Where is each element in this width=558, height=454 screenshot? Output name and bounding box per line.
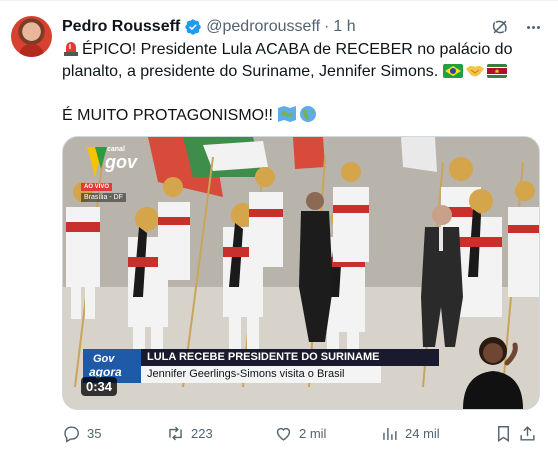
- author-avatar[interactable]: [11, 16, 52, 57]
- channel-big-label: gov: [105, 152, 138, 172]
- lower-third-banner: Gov agora LULA RECEBE PRESIDENTE DO SURI…: [83, 349, 439, 383]
- reply-icon: [64, 425, 79, 443]
- bookmark-button[interactable]: [494, 422, 513, 444]
- post-text: ÉPICO! Presidente Lula ACABA de RECEBER …: [62, 39, 542, 127]
- more-options-icon[interactable]: [522, 16, 544, 38]
- bookmark-icon: [498, 425, 509, 442]
- video-headline: LULA RECEBE PRESIDENTE DO SURINAME: [141, 349, 439, 366]
- repost-button[interactable]: 223: [166, 422, 213, 444]
- reply-button[interactable]: 35: [62, 422, 101, 444]
- share-icon: [520, 425, 535, 441]
- author-name[interactable]: Pedro Rousseff: [62, 18, 180, 36]
- handshake-icon: [465, 65, 484, 77]
- video-subheadline: Jennifer Geerlings-Simons visita o Brasi…: [141, 366, 381, 383]
- video-duration: 0:34: [81, 377, 118, 396]
- grok-icon[interactable]: [490, 17, 510, 37]
- reply-count: 35: [87, 425, 102, 441]
- views-icon: [383, 427, 397, 440]
- sign-language-interpreter-image: [463, 337, 523, 409]
- repost-count: 223: [191, 425, 213, 441]
- post-paragraph-2: É MUITO PROTAGONISMO!!: [62, 105, 542, 127]
- like-count: 2 mil: [299, 425, 327, 441]
- views-button[interactable]: 24 mil: [380, 422, 440, 444]
- separator-dot: ·: [324, 18, 330, 35]
- author-handle[interactable]: @pedrorousseff: [206, 18, 320, 36]
- flag-suriname-icon: [486, 64, 507, 78]
- like-button[interactable]: 2 mil: [274, 422, 326, 444]
- location-label: Brasília - DF: [81, 193, 126, 202]
- map-icon: [278, 106, 297, 122]
- live-badge: AO VIVO: [81, 183, 113, 191]
- globe-icon: [300, 106, 317, 122]
- verified-badge-icon: [185, 19, 201, 35]
- share-button[interactable]: [518, 422, 537, 444]
- post-paragraph-1: ÉPICO! Presidente Lula ACABA de RECEBER …: [62, 39, 542, 83]
- post-line-2: É MUITO PROTAGONISMO!!: [62, 107, 273, 124]
- post-time[interactable]: 1 h: [333, 18, 355, 36]
- heart-icon: [276, 427, 291, 441]
- flag-brazil-icon: [442, 64, 463, 78]
- repost-icon: [169, 426, 182, 440]
- post-header: Pedro Rousseff @pedrorousseff · 1 h: [62, 16, 356, 38]
- video-player[interactable]: canal gov AO VIVO Brasília - DF Gov agor…: [62, 136, 540, 410]
- rotating-light-icon: [64, 42, 78, 56]
- gov-agora-logo-top: Gov: [93, 353, 115, 365]
- views-count: 24 mil: [405, 425, 440, 441]
- action-bar: 35 223 2 mil 24 mil: [62, 422, 538, 444]
- top-divider: [0, 0, 558, 1]
